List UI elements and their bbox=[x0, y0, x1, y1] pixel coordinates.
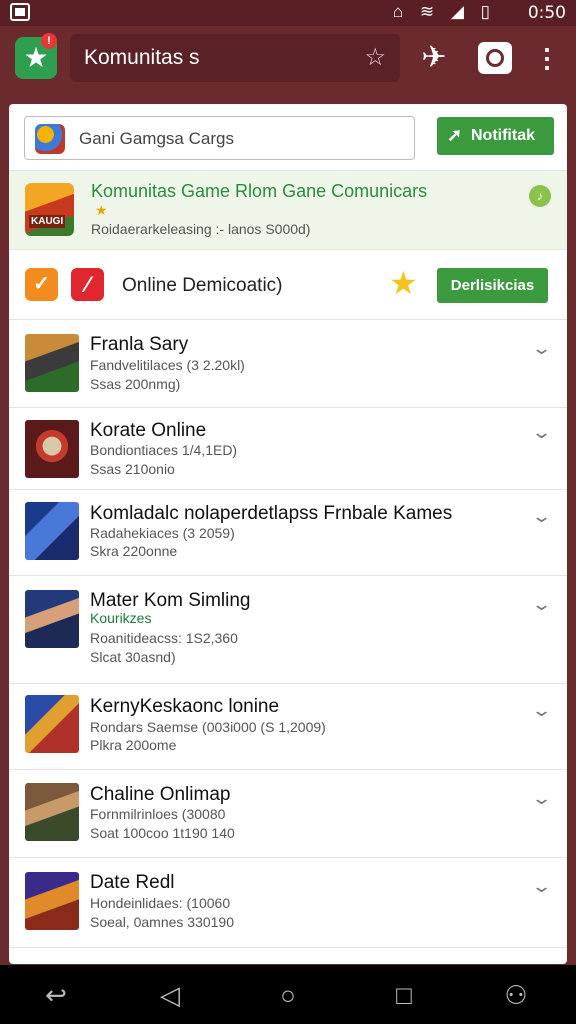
chevron-down-icon[interactable]: ⌄ bbox=[531, 594, 552, 615]
notification-badge: ! bbox=[41, 33, 57, 49]
favorite-star-icon[interactable]: ★ bbox=[389, 264, 418, 302]
featured-star-icon: ★ bbox=[95, 202, 108, 218]
game-tag: Kourikzes bbox=[90, 610, 152, 626]
game-detail: Roanitideacss: 1S2,360 bbox=[90, 630, 238, 646]
game-detail-secondary: Soeal, 0amnes 330190 bbox=[90, 914, 234, 930]
featured-title: Komunitas Game Rlom Gane Comunicars bbox=[91, 181, 428, 201]
game-thumbnail bbox=[25, 334, 79, 392]
game-thumbnail bbox=[25, 783, 79, 841]
game-detail: Radahekiaces (3 2059) bbox=[90, 525, 235, 541]
game-detail-secondary: Soat 100coo 1t190 140 bbox=[90, 825, 235, 841]
camera-icon[interactable] bbox=[478, 42, 512, 74]
checkbox-red[interactable]: ⁄ bbox=[71, 268, 104, 301]
game-thumbnail bbox=[25, 590, 79, 648]
list-item[interactable]: Franla Sary Fandvelitilaces (3 2.20kl) S… bbox=[9, 320, 567, 408]
user-icon[interactable]: ⚇ bbox=[500, 979, 532, 1011]
bookmark-star-icon[interactable]: ☆ bbox=[364, 43, 386, 72]
send-icon: ➚ bbox=[447, 125, 463, 145]
featured-icon-label: KAUGI bbox=[29, 215, 66, 228]
list-item[interactable]: KernyKeskaonc lonine Rondars Saemse (003… bbox=[9, 684, 567, 770]
notify-button[interactable]: ➚ Notifitak bbox=[437, 117, 554, 155]
search-value: Gani Gamgsa Cargs bbox=[79, 129, 234, 148]
game-thumbnail bbox=[25, 420, 79, 478]
chevron-down-icon[interactable]: ⌄ bbox=[531, 338, 552, 359]
list-item[interactable]: Korate Online Bondiontiaces 1/4,1ED) Ssa… bbox=[9, 408, 567, 490]
game-title: Date Redl bbox=[90, 872, 175, 893]
chevron-down-icon[interactable]: ⌄ bbox=[531, 422, 552, 443]
airplane-icon[interactable]: ✈ bbox=[410, 38, 458, 78]
game-title: Chaline Onlimap bbox=[90, 784, 231, 805]
recents-icon[interactable]: □ bbox=[388, 979, 420, 1011]
address-bar-text: Komunitas s bbox=[84, 46, 200, 69]
game-collection-icon bbox=[35, 124, 65, 154]
game-list: Franla Sary Fandvelitilaces (3 2.20kl) S… bbox=[9, 320, 567, 948]
game-thumbnail bbox=[25, 695, 79, 753]
game-detail: Fornmilrinloes (30080 bbox=[90, 806, 226, 822]
status-time: 0:50 bbox=[527, 3, 566, 23]
chevron-down-icon[interactable]: ⌄ bbox=[531, 700, 552, 721]
game-thumbnail bbox=[25, 872, 79, 930]
filter-row: ✓ ⁄ Online Demicoatic) ★ Derlisikcias bbox=[9, 250, 567, 320]
game-detail-secondary: Skra 220onne bbox=[90, 543, 178, 559]
game-detail-secondary: Ssas 200nmg) bbox=[90, 376, 181, 392]
filter-button[interactable]: Derlisikcias bbox=[437, 268, 548, 303]
address-bar[interactable]: Komunitas s ☆ bbox=[70, 34, 400, 82]
game-detail: Rondars Saemse (003i000 (S 1,2009) bbox=[90, 719, 326, 735]
game-detail-secondary: Plkra 200ome bbox=[90, 737, 177, 753]
undo-icon[interactable]: ↩ bbox=[40, 979, 72, 1011]
game-thumbnail bbox=[25, 502, 79, 560]
checkbox-orange[interactable]: ✓ bbox=[25, 268, 58, 301]
overflow-menu-icon[interactable]: ⋮ bbox=[534, 40, 560, 76]
search-input[interactable]: Gani Gamgsa Cargs bbox=[24, 116, 415, 160]
featured-indicator-icon[interactable]: ♪ bbox=[529, 185, 551, 207]
game-detail-secondary: Ssas 210onio bbox=[90, 461, 175, 477]
game-title: Komladalc nolaperdetlapss Frnbale Kames bbox=[90, 503, 453, 524]
game-title: Mater Kom Simling bbox=[90, 590, 251, 611]
status-icons: ⌂ ≋ ◢ ▯ bbox=[392, 2, 496, 21]
featured-game-icon: KAUGI bbox=[25, 183, 74, 236]
list-item[interactable]: Mater Kom Simling Kourikzes Roanitideacs… bbox=[9, 576, 567, 684]
game-detail: Hondeinlidaes: (10060 bbox=[90, 895, 231, 911]
list-item[interactable]: Date Redl Hondeinlidaes: (10060 Soeal, 0… bbox=[9, 858, 567, 948]
gallery-notification-icon bbox=[10, 3, 30, 21]
game-title: KernyKeskaonc lonine bbox=[90, 696, 280, 717]
back-icon[interactable]: ◁ bbox=[154, 979, 186, 1011]
chevron-down-icon[interactable]: ⌄ bbox=[531, 788, 552, 809]
notify-button-label: Notifitak bbox=[471, 127, 535, 144]
featured-subtitle: Roidaerarkeleasing :- lanos S000d) bbox=[91, 221, 311, 237]
game-title: Korate Online bbox=[90, 420, 207, 441]
game-title: Franla Sary bbox=[90, 334, 189, 355]
filter-label: Online Demicoatic) bbox=[122, 275, 283, 296]
content-panel: Gani Gamgsa Cargs ➚ Notifitak KAUGI Komu… bbox=[9, 104, 567, 964]
game-detail: Fandvelitilaces (3 2.20kl) bbox=[90, 357, 245, 373]
game-detail: Bondiontiaces 1/4,1ED) bbox=[90, 442, 238, 458]
list-item[interactable]: Chaline Onlimap Fornmilrinloes (30080 So… bbox=[9, 770, 567, 858]
home-icon[interactable]: ○ bbox=[272, 979, 304, 1011]
status-bar: ⌂ ≋ ◢ ▯ 0:50 bbox=[0, 0, 576, 26]
featured-community[interactable]: KAUGI Komunitas Game Rlom Gane Comunicar… bbox=[9, 170, 567, 250]
list-item[interactable]: Komladalc nolaperdetlapss Frnbale Kames … bbox=[9, 490, 567, 576]
game-detail-secondary: Slcat 30asnd) bbox=[90, 649, 176, 665]
app-bar: ★ ! Komunitas s ☆ ✈ ⋮ bbox=[0, 26, 576, 94]
navigation-bar: ↩ ◁ ○ □ ⚇ bbox=[0, 965, 576, 1024]
chevron-down-icon[interactable]: ⌄ bbox=[531, 506, 552, 527]
chevron-down-icon[interactable]: ⌄ bbox=[531, 876, 552, 897]
